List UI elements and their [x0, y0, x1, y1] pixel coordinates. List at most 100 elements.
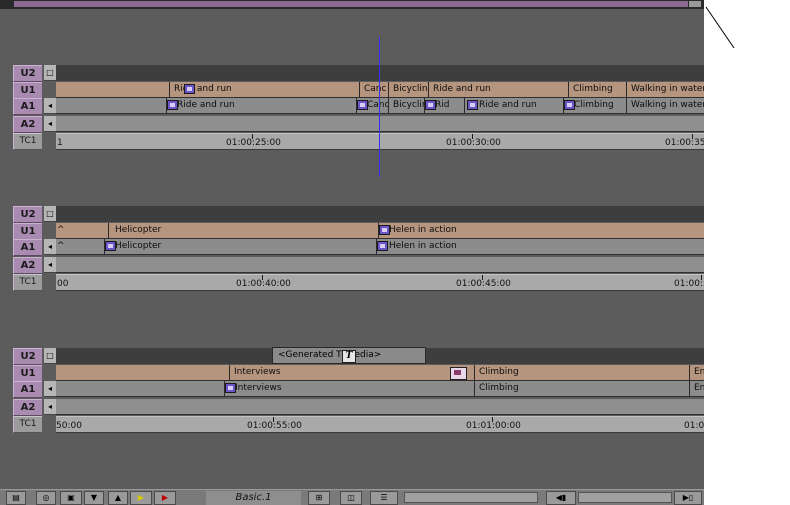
track-label-a1[interactable]: A1	[13, 98, 42, 115]
track-lane[interactable]: Ride and run Canc Bicyclin Rid Ride and …	[56, 98, 704, 114]
track-monitor-button[interactable]: □	[44, 348, 56, 364]
track-label-a2[interactable]: A2	[13, 399, 42, 416]
clip[interactable]: Ride and run	[166, 98, 359, 113]
clip[interactable]: Climbing	[568, 82, 626, 97]
scroll-left-button[interactable]: ◀▮	[546, 491, 576, 505]
timecode-label: 01:00:5	[674, 279, 704, 289]
overwrite-button[interactable]: ▶	[154, 491, 176, 505]
timecode-ruler[interactable]: 1 01:00:25:00 01:00:30:00 01:00:35:	[56, 133, 704, 150]
timecode-label: 01:00:35:	[665, 138, 704, 148]
timecode-track: TC1 1 01:00:25:00 01:00:30:00 01:00:35:	[0, 133, 704, 150]
clip[interactable]: Ride and run	[169, 82, 359, 97]
track-label-a2[interactable]: A2	[13, 257, 42, 274]
track-v2: U2 □	[0, 206, 704, 223]
clip[interactable]: Helicopter	[104, 239, 376, 254]
clip[interactable]: Walking in water	[626, 98, 704, 113]
track-lane[interactable]	[56, 399, 704, 415]
track-label-a1[interactable]: A1	[13, 381, 42, 398]
timecode-label: 01:01:00:00	[466, 421, 521, 431]
clip[interactable]: Canc	[356, 98, 389, 113]
track-label-v2[interactable]: U2	[13, 65, 42, 82]
track-lane[interactable]: Interviews Climbing Env	[56, 381, 704, 397]
clip[interactable]: Canc	[359, 82, 388, 97]
track-lane[interactable]: ^ Helicopter Helen in action	[56, 239, 704, 255]
timecode-ruler[interactable]: 00 01:00:40:00 01:00:45:00 01:00:5	[56, 274, 704, 291]
position-bar-knob[interactable]	[689, 1, 701, 7]
clip-frame-icon	[184, 84, 195, 94]
track-lane[interactable]: ^ Helicopter Helen in action	[56, 223, 704, 239]
timecode-label: 00	[57, 279, 69, 289]
clip[interactable]: Env	[689, 365, 704, 380]
track-label-v2[interactable]: U2	[13, 348, 42, 365]
horizontal-scrollbar[interactable]	[578, 492, 672, 503]
track-settings-button[interactable]: ☰	[370, 491, 398, 505]
track-lane[interactable]: <Generated Ti Media> T	[56, 347, 704, 364]
timecode-label: 01:00:40:00	[236, 279, 291, 289]
clip[interactable]: Climbing	[563, 98, 626, 113]
track-a1: A1 ◂ Ride and run Canc Bicyclin Rid Ride…	[0, 98, 704, 115]
timeline-view-label[interactable]: Basic.1	[206, 491, 301, 505]
clip[interactable]: Helen in action	[378, 223, 704, 238]
track-lane[interactable]: Ride and run Canc Bicyclin Ride and run …	[56, 82, 704, 98]
timecode-track: TC1 50:00 01:00:55:00 01:01:00:00 01:0	[0, 416, 704, 433]
track-label-v1[interactable]: U1	[13, 82, 42, 99]
track-lane[interactable]: Interviews Climbing Env	[56, 365, 704, 381]
track-label-v1[interactable]: U1	[13, 365, 42, 382]
extract-button[interactable]: ▲	[108, 491, 128, 505]
track-monitor-button[interactable]: □	[44, 206, 56, 222]
clip[interactable]: Walking in water	[626, 82, 704, 97]
audio-monitor-button[interactable]: ◎	[36, 491, 56, 505]
clip[interactable]: ^	[56, 223, 108, 238]
timecode-label: 01:00:25:00	[226, 138, 281, 148]
speaker-icon[interactable]: ◂	[44, 239, 56, 255]
track-label-v1[interactable]: U1	[13, 223, 42, 240]
splice-in-button[interactable]: ▶	[130, 491, 152, 505]
track-v1: U1 ^ Helicopter Helen in action	[0, 223, 704, 240]
speaker-icon[interactable]: ◂	[44, 399, 56, 415]
generated-title-clip[interactable]: <Generated Ti Media> T	[272, 347, 426, 364]
clip[interactable]: Climbing	[474, 381, 689, 396]
timeline-window: U2 □ U1 Ride and run Canc Bicyclin Ride …	[0, 0, 704, 505]
scroll-right-button[interactable]: ▶▯	[674, 491, 702, 505]
speaker-icon[interactable]: ◂	[44, 116, 56, 132]
track-label-a1[interactable]: A1	[13, 239, 42, 256]
clip[interactable]: Helen in action	[376, 239, 704, 254]
speaker-icon[interactable]: ◂	[44, 98, 56, 114]
resize-line	[705, 6, 735, 49]
clip[interactable]: Env	[689, 381, 704, 396]
fast-menu-button[interactable]: ⊞	[308, 491, 330, 505]
clip[interactable]: Climbing	[474, 365, 689, 380]
timecode-ruler[interactable]: 50:00 01:00:55:00 01:01:00:00 01:0	[56, 416, 704, 433]
track-label-a2[interactable]: A2	[13, 116, 42, 133]
clip[interactable]: Bicyclin	[388, 82, 428, 97]
timecode-label: 01:0	[684, 421, 704, 431]
clip[interactable]: Bicyclin	[388, 98, 428, 113]
track-monitor-button[interactable]: □	[44, 65, 56, 81]
timecode-label: 50:00	[56, 421, 82, 431]
track-a2: A2 ◂	[0, 257, 704, 274]
clip[interactable]: Interviews	[229, 365, 474, 380]
timeline-position-bar[interactable]	[0, 0, 704, 9]
clip[interactable]: Ride and run	[428, 82, 568, 97]
speaker-icon[interactable]: ◂	[44, 257, 56, 273]
speaker-icon[interactable]: ◂	[44, 381, 56, 397]
position-indicator[interactable]	[379, 37, 380, 177]
track-v2: U2 □ <Generated Ti Media> T	[0, 347, 704, 365]
track-lane[interactable]	[56, 116, 704, 132]
clip[interactable]: Ride and run	[464, 98, 564, 113]
track-label-tc: TC1	[13, 133, 42, 150]
clip-frames-button[interactable]: ◫	[340, 491, 362, 505]
clip[interactable]: Rid	[424, 98, 464, 113]
scale-slider[interactable]	[404, 492, 538, 503]
position-bar-fill	[14, 1, 688, 7]
track-lane[interactable]	[56, 257, 704, 273]
clip[interactable]: Interviews	[224, 381, 474, 396]
monitor-toggle-button[interactable]: ▣	[60, 491, 82, 505]
track-lane[interactable]	[56, 206, 704, 222]
clip[interactable]: Helicopter	[108, 223, 378, 238]
clip[interactable]: ^	[56, 239, 104, 254]
lift-button[interactable]: ▼	[84, 491, 104, 505]
track-lane[interactable]	[56, 65, 704, 81]
track-select-button[interactable]: ▤	[6, 491, 26, 505]
track-label-v2[interactable]: U2	[13, 206, 42, 223]
